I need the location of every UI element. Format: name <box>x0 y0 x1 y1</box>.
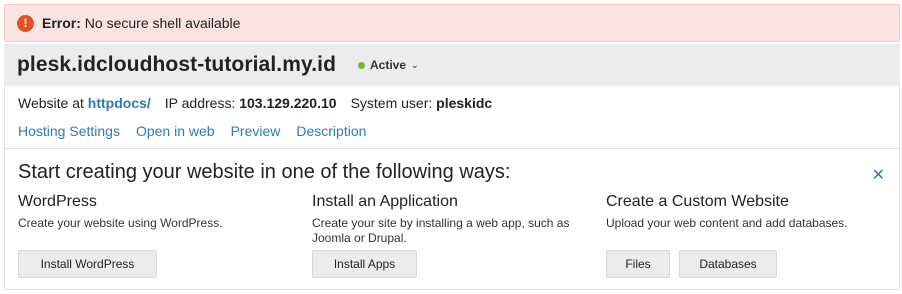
status-dropdown[interactable]: Active ⌄ <box>358 58 419 72</box>
website-info: Website at httpdocs/ <box>18 95 151 111</box>
hosting-settings-link[interactable]: Hosting Settings <box>18 123 120 139</box>
install-application-title: Install an Application <box>312 193 458 210</box>
install-apps-button[interactable]: Install Apps <box>312 250 417 278</box>
custom-website-desc: Upload your web content and add database… <box>606 216 848 230</box>
status-dot-icon <box>358 61 365 69</box>
wordpress-desc: Create your website using WordPress. <box>18 216 223 230</box>
exclamation-icon: ! <box>17 14 34 32</box>
system-user-info: System user: pleskidc <box>351 95 493 111</box>
install-application-desc: Create your site by installing a web app… <box>312 216 570 245</box>
error-message: Error: No secure shell available <box>42 15 240 31</box>
domain-header: plesk.idcloudhost-tutorial.my.id Active … <box>4 44 900 86</box>
domain-info-line: Website at httpdocs/ IP address: 103.129… <box>18 95 492 111</box>
install-application-section: Install an Application Create your site … <box>312 193 592 246</box>
chevron-down-icon: ⌄ <box>411 59 419 70</box>
httpdocs-link[interactable]: httpdocs/ <box>88 95 151 111</box>
domain-info-panel: Website at httpdocs/ IP address: 103.129… <box>4 86 900 148</box>
website-prefix: Website at <box>18 95 84 111</box>
domain-name: plesk.idcloudhost-tutorial.my.id <box>17 53 336 76</box>
files-button[interactable]: Files <box>606 250 670 278</box>
domain-nav-links: Hosting Settings Open in web Preview Des… <box>18 123 366 139</box>
error-text: No secure shell available <box>84 15 241 31</box>
ip-value: 103.129.220.10 <box>239 95 337 111</box>
start-title: Start creating your website in one of th… <box>18 161 511 183</box>
close-icon[interactable]: ✕ <box>872 165 885 185</box>
description-link[interactable]: Description <box>296 123 366 139</box>
custom-website-section: Create a Custom Website Upload your web … <box>606 193 886 231</box>
ip-info: IP address: 103.129.220.10 <box>165 95 337 111</box>
system-user-value: pleskidc <box>436 95 493 111</box>
system-user-label: System user: <box>350 95 433 111</box>
databases-button[interactable]: Databases <box>679 250 777 278</box>
custom-website-title: Create a Custom Website <box>606 193 789 210</box>
start-creating-panel: Start creating your website in one of th… <box>4 148 900 290</box>
ip-label: IP address: <box>164 95 236 111</box>
error-banner: ! Error: No secure shell available <box>4 4 900 42</box>
install-wordpress-button[interactable]: Install WordPress <box>18 250 157 278</box>
wordpress-section: WordPress Create your website using Word… <box>18 193 298 231</box>
status-label: Active <box>370 58 407 72</box>
open-in-web-link[interactable]: Open in web <box>136 123 215 139</box>
error-label: Error: <box>42 15 81 31</box>
preview-link[interactable]: Preview <box>231 123 281 139</box>
wordpress-title: WordPress <box>18 193 97 210</box>
